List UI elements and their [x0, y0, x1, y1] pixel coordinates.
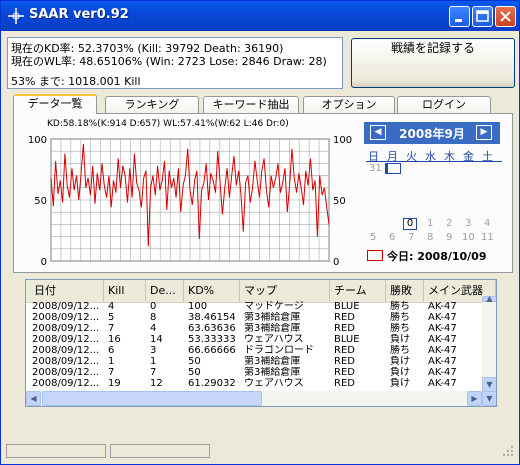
calendar-day[interactable]: 10	[462, 232, 475, 243]
scroll-thumb[interactable]	[42, 391, 262, 406]
table-horizontal-scrollbar[interactable]: ◀ ▶	[26, 391, 482, 406]
tab-login[interactable]: ログイン	[397, 96, 491, 113]
scroll-left-button[interactable]: ◀	[26, 391, 41, 406]
calendar-day[interactable]: 5	[370, 232, 376, 243]
calendar-day[interactable]: 8	[427, 232, 433, 243]
record-results-button[interactable]: 戦績を記録する	[351, 38, 515, 88]
scroll-down-corner-button[interactable]: ▼	[482, 391, 496, 406]
title-bar[interactable]: SAAR ver0.92	[1, 1, 519, 31]
minimize-button[interactable]	[449, 6, 470, 27]
calendar-next-button[interactable]: ▶	[476, 125, 492, 140]
tab-ranking[interactable]: ランキング	[105, 96, 199, 113]
y-tick-label-left: 50	[34, 196, 47, 207]
column-header-map[interactable]: マップ	[240, 280, 330, 302]
column-header-team[interactable]: チーム	[330, 280, 386, 302]
calendar-divider	[366, 161, 502, 162]
column-header-death[interactable]: De...	[146, 280, 184, 302]
tab-keyword-extract[interactable]: キーワード抽出	[203, 96, 299, 113]
close-icon	[500, 11, 511, 22]
calendar-header: ◀ 2008年9月 ▶	[364, 122, 500, 144]
calendar-day[interactable]: 0	[403, 218, 417, 230]
column-header-result[interactable]: 勝敗	[386, 280, 424, 302]
scroll-up-button[interactable]: ▲	[482, 295, 496, 303]
table-cell: AK-47	[428, 378, 457, 389]
table-cell: ウェアハウス	[244, 378, 304, 389]
column-header-date[interactable]: 日付	[26, 280, 104, 302]
calendar-day[interactable]: 2	[446, 218, 452, 229]
table-cell: RED	[334, 378, 355, 389]
status-panel-1	[6, 444, 106, 458]
calendar-day[interactable]: 4	[484, 218, 490, 229]
table-cell: 19	[108, 378, 121, 389]
table-cell: 負け	[390, 378, 410, 389]
status-panel-2	[110, 444, 210, 458]
tab-data-list[interactable]: データ一覧	[13, 94, 97, 114]
y-tick-label-right: 0	[333, 257, 339, 268]
crosshair-icon	[8, 8, 24, 24]
y-tick-label-right: 100	[333, 135, 352, 146]
table-cell: 2008/09/12...	[32, 378, 100, 389]
calendar-day[interactable]: 7	[408, 232, 414, 243]
maximize-button[interactable]	[472, 6, 493, 27]
table-cell: 61.29032	[188, 378, 236, 389]
calendar-day[interactable]: 9	[446, 232, 452, 243]
column-header-kill[interactable]: Kill	[104, 280, 146, 302]
close-button[interactable]	[495, 6, 516, 27]
window-title: SAAR ver0.92	[29, 7, 129, 22]
calendar-day[interactable]: 3	[465, 218, 471, 229]
minimize-icon	[455, 19, 462, 22]
today-label: 今日: 2008/10/09	[387, 250, 487, 263]
column-header-kd[interactable]: KD%	[184, 280, 240, 302]
today-marker-icon	[367, 250, 383, 261]
results-table[interactable]: 日付 Kill De... KD% マップ チーム 勝敗 メイン武器 2008/…	[25, 279, 497, 407]
chart-caption: KD:58.18%(K:914 D:657) WL:57.41%(W:62 L:…	[47, 119, 289, 129]
stats-textbox[interactable]: 現在のKD率: 52.3703% (Kill: 39792 Death: 361…	[7, 37, 343, 89]
y-tick-label-right: 50	[333, 196, 346, 207]
resize-grip-icon[interactable]	[502, 445, 514, 457]
today-link[interactable]: 今日: 2008/10/09	[367, 248, 487, 264]
tab-options[interactable]: オプション	[303, 96, 395, 113]
maximize-icon	[476, 10, 489, 22]
calendar-day-selected[interactable]: 1	[385, 163, 401, 174]
table-row[interactable]: 2008/09/12... 19 12 61.29032 ウェアハウス RED 負け AK-4…	[26, 378, 482, 391]
table-cell: 12	[150, 378, 163, 389]
calendar-day[interactable]: 6	[389, 232, 395, 243]
kd-line-chart: 100 100 50 50 0 0	[28, 135, 352, 268]
y-tick-label-left: 100	[28, 135, 47, 146]
next-goal-text: 53% まで: 1018.001 Kill	[11, 75, 141, 88]
y-tick-label-left: 0	[41, 257, 47, 268]
scroll-right-button[interactable]: ▶	[467, 391, 482, 406]
status-bar	[4, 441, 516, 461]
app-window: SAAR ver0.92 現在のKD率: 52.3703% (Kill: 397…	[0, 0, 520, 465]
calendar-day[interactable]: 1	[427, 218, 433, 229]
calendar-day[interactable]: 31	[369, 163, 382, 174]
table-vertical-scrollbar[interactable]: ▲ ▼	[482, 295, 496, 392]
calendar-day[interactable]: 11	[481, 232, 494, 243]
scroll-down-button[interactable]: ▼	[482, 377, 496, 392]
wl-rate-text: 現在のWL率: 48.65106% (Win: 2723 Lose: 2846 …	[11, 55, 327, 68]
table-header: 日付 Kill De... KD% マップ チーム 勝敗 メイン武器	[26, 280, 496, 303]
